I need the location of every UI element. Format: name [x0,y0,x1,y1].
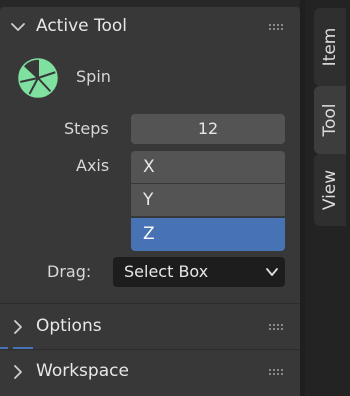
axis-option-y[interactable]: Y [131,184,285,216]
tab-view[interactable]: View [314,154,346,226]
panel-title-options: Options [36,316,102,336]
sidebar-region: Active Tool Spin Steps 12 Axis X Y Z Dra… [0,0,350,396]
axis-option-x[interactable]: X [131,151,285,183]
panel-title-active-tool: Active Tool [36,16,128,36]
drag-grip-icon[interactable] [269,368,285,376]
panel-title-workspace: Workspace [36,361,129,381]
tab-item[interactable]: Item [314,8,346,86]
sidebar-tabs: Item Tool View [305,0,350,396]
axis-option-z[interactable]: Z [131,218,285,251]
panel-divider [0,349,300,350]
drag-grip-icon[interactable] [269,323,285,331]
panel-header-workspace[interactable]: Workspace [0,352,300,392]
tab-tool[interactable]: Tool [314,86,346,154]
steps-field[interactable]: 12 [131,114,285,144]
chevron-right-icon [14,365,22,379]
drag-grip-icon[interactable] [269,23,285,31]
panel-header-options[interactable]: Options [0,307,300,347]
drag-label: Drag: [47,262,92,281]
steps-label: Steps [64,119,109,138]
chevron-down-icon [266,268,278,276]
drag-select[interactable]: Select Box [113,257,285,287]
spin-tool-icon [18,58,58,98]
axis-radio-group: X Y Z [131,151,285,251]
tab-tool-label: Tool [320,103,340,137]
chevron-right-icon [14,320,22,334]
panel-header-active-tool[interactable]: Active Tool [0,7,300,47]
panel-divider [0,303,300,304]
axis-label: Axis [76,156,110,175]
drag-select-value: Select Box [124,262,209,281]
active-tool-row[interactable]: Spin [18,58,288,98]
chevron-down-icon [11,23,25,31]
tab-view-label: View [320,169,340,211]
tab-item-label: Item [320,27,340,67]
active-tool-name: Spin [76,67,111,86]
